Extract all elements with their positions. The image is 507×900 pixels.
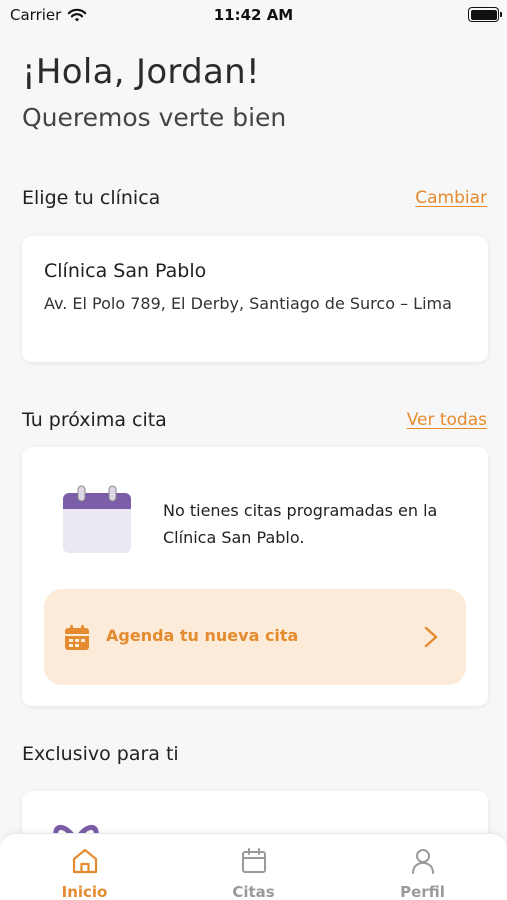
tab-citas[interactable]: Citas [169, 840, 338, 900]
appointment-section-title: Tu próxima cita [22, 409, 167, 431]
calendar-illustration-icon [63, 485, 131, 553]
view-all-link[interactable]: Ver todas [407, 410, 487, 430]
schedule-appointment-button[interactable]: Agenda tu nueva cita [44, 589, 466, 685]
home-screen: Carrier 11:42 AM ¡Hola, Jordan! Queremos… [0, 0, 507, 900]
tab-inicio[interactable]: Inicio [0, 840, 169, 900]
chevron-right-icon [424, 626, 438, 648]
calendar-icon [65, 625, 89, 650]
tab-perfil-label: Perfil [400, 883, 445, 900]
bottom-tab-bar: Inicio Citas Perfil [0, 833, 507, 900]
tab-citas-label: Citas [232, 883, 275, 900]
greeting-subtitle: Queremos verte bien [22, 103, 287, 132]
battery-icon [468, 7, 502, 22]
schedule-appointment-label: Agenda tu nueva cita [106, 626, 299, 645]
exclusive-section-title: Exclusivo para ti [22, 743, 179, 765]
no-appointments-message: No tienes citas programadas en la Clínic… [163, 501, 438, 547]
clinic-section-title: Elige tu clínica [22, 187, 161, 209]
change-clinic-link[interactable]: Cambiar [415, 188, 487, 208]
status-bar: Carrier 11:42 AM [0, 0, 507, 30]
clinic-card[interactable]: Clínica San Pablo Av. El Polo 789, El De… [22, 236, 488, 362]
tab-perfil[interactable]: Perfil [338, 840, 507, 900]
greeting-title: ¡Hola, Jordan! [22, 52, 260, 92]
user-icon [411, 849, 434, 874]
status-time: 11:42 AM [213, 6, 294, 24]
calendar-icon [241, 848, 266, 873]
home-icon [72, 848, 97, 874]
clinic-name: Clínica San Pablo [44, 260, 207, 282]
clinic-address: Av. El Polo 789, El Derby, Santiago de S… [44, 294, 452, 313]
appointment-card: No tienes citas programadas en la Clínic… [22, 447, 488, 706]
tab-inicio-label: Inicio [61, 883, 108, 900]
